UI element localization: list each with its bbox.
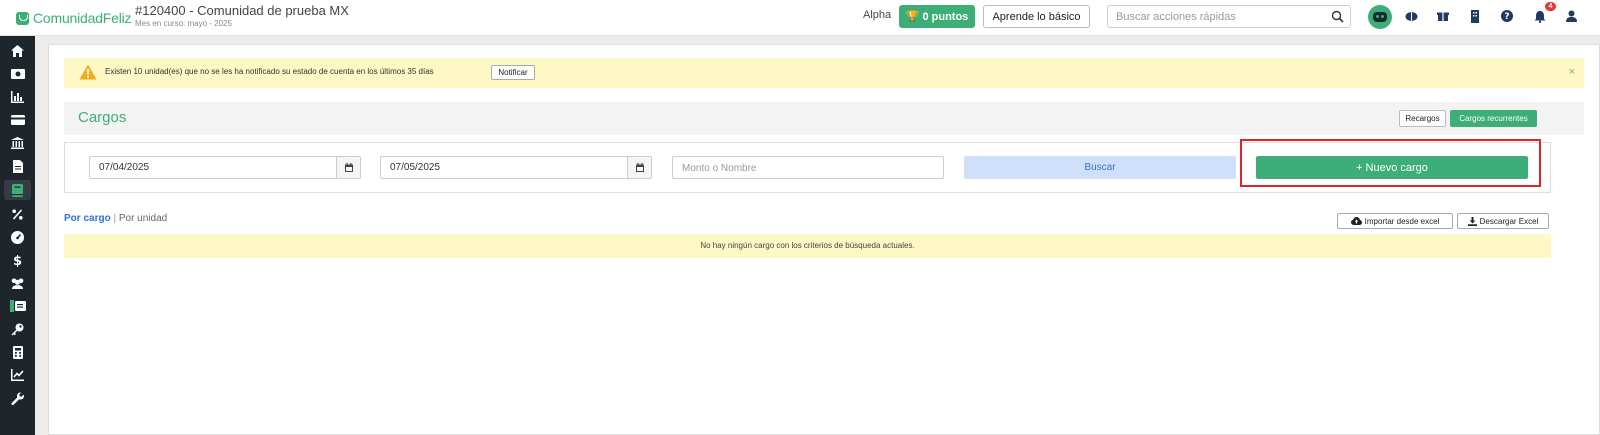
learn-basics-button[interactable]: Aprende lo básico <box>983 5 1090 28</box>
gauge-icon <box>11 230 24 244</box>
cloud-upload-icon <box>1350 217 1362 225</box>
building-icon[interactable] <box>1468 9 1482 23</box>
page-title: Cargos <box>78 109 127 126</box>
filters-panel: 07/04/2025 07/05/2025 Buscar + Nuevo car… <box>64 142 1551 193</box>
trophy-icon: 🏆 <box>905 11 920 23</box>
current-month: Mes en curso: mayo - 2025 <box>135 19 232 28</box>
points-label: 0 puntos <box>922 11 969 23</box>
notify-button[interactable]: Notificar <box>491 65 535 80</box>
sidebar-item-dollar[interactable]: $ <box>4 250 31 270</box>
empty-message-text: No hay ningún cargo con los criterios de… <box>700 241 915 250</box>
key-icon <box>11 323 24 335</box>
sidebar-item-bank[interactable] <box>4 133 31 153</box>
bank-icon <box>11 137 24 149</box>
id-card-icon <box>9 300 26 312</box>
sidebar-item-money[interactable] <box>4 64 31 84</box>
amount-or-name-input[interactable] <box>682 162 932 174</box>
sidebar-item-charges[interactable] <box>4 180 31 200</box>
bell-icon[interactable] <box>1533 9 1547 23</box>
user-icon[interactable] <box>1564 9 1578 23</box>
import-excel-button[interactable]: Importar desde excel <box>1337 213 1453 229</box>
sidebar-item-cards[interactable] <box>4 110 31 130</box>
warning-icon <box>79 64 97 85</box>
quick-search-input[interactable] <box>1116 10 1326 24</box>
sidebar-item-users[interactable] <box>4 273 31 293</box>
sidebar-item-percent[interactable] <box>4 204 31 224</box>
view-separator: | <box>110 213 119 224</box>
help-icon[interactable]: ? <box>1500 9 1514 23</box>
sidebar-item-gauge[interactable] <box>4 227 31 247</box>
sidebar-item-tools[interactable] <box>4 388 31 408</box>
svg-text:?: ? <box>1504 12 1509 22</box>
credit-card-icon <box>10 115 25 125</box>
alpha-label: Alpha <box>863 9 892 21</box>
sidebar-item-calculator[interactable] <box>4 342 31 362</box>
import-excel-label: Importar desde excel <box>1364 216 1440 226</box>
view-toggle: Por cargo | Por unidad <box>64 213 167 224</box>
dollar-icon: $ <box>13 254 22 267</box>
search-icon[interactable] <box>1331 10 1344 28</box>
recargos-button[interactable]: Recargos <box>1399 110 1446 127</box>
sidebar-item-keys[interactable] <box>4 319 31 339</box>
points-button[interactable]: 🏆 0 puntos <box>899 5 975 28</box>
sidebar-item-id-card[interactable] <box>4 296 31 316</box>
brain-icon[interactable] <box>1404 9 1418 23</box>
wrench-icon <box>11 391 24 405</box>
quick-search-box <box>1107 5 1351 28</box>
percent-icon <box>12 208 23 220</box>
notification-alert: Existen 10 unidad(es) que no se les ha n… <box>64 58 1584 88</box>
calendar-icon[interactable] <box>627 157 651 178</box>
top-bar: ComunidadFeliz #120400 - Comunidad de pr… <box>0 0 1600 36</box>
new-charge-button[interactable]: + Nuevo cargo <box>1256 156 1528 179</box>
robot-icon <box>1373 12 1387 22</box>
app-logo[interactable]: ComunidadFeliz <box>16 10 132 26</box>
download-excel-button[interactable]: Descargar Excel <box>1457 213 1549 229</box>
alert-text: Existen 10 unidad(es) que no se les ha n… <box>105 67 434 76</box>
community-info: #120400 - Comunidad de prueba MX Mes en … <box>135 3 349 30</box>
date-from-field[interactable]: 07/04/2025 <box>89 156 361 179</box>
download-icon <box>1467 216 1477 226</box>
view-by-charge-link[interactable]: Por cargo <box>64 213 111 224</box>
download-excel-label: Descargar Excel <box>1479 216 1539 226</box>
logo-text: ComunidadFeliz <box>33 10 132 26</box>
cargos-header: Cargos Recargos Cargos recurrentes <box>64 102 1584 135</box>
date-to-value: 07/05/2025 <box>390 162 441 173</box>
community-name: #120400 - Comunidad de prueba MX <box>135 3 349 18</box>
sidebar-item-stats[interactable] <box>4 87 31 107</box>
book-icon <box>12 183 23 197</box>
empty-results-message: No hay ningún cargo con los criterios de… <box>64 234 1551 258</box>
robot-assistant-avatar[interactable] <box>1368 5 1392 29</box>
view-by-unit-link[interactable]: Por unidad <box>119 213 167 224</box>
date-from-value: 07/04/2025 <box>99 162 150 173</box>
sidebar: $ <box>0 36 35 435</box>
sidebar-item-trends[interactable] <box>4 365 31 385</box>
users-icon <box>11 278 24 289</box>
money-icon <box>10 69 25 79</box>
search-button[interactable]: Buscar <box>964 156 1236 179</box>
svg-text:$: $ <box>13 254 22 267</box>
calculator-icon <box>12 345 23 359</box>
gift-icon[interactable] <box>1436 9 1450 23</box>
logo-icon <box>16 11 29 25</box>
amount-or-name-field <box>672 156 944 179</box>
recurring-charges-button[interactable]: Cargos recurrentes <box>1450 110 1537 127</box>
bar-chart-icon <box>11 91 24 103</box>
close-icon[interactable]: × <box>1569 66 1575 78</box>
home-icon <box>11 45 24 57</box>
main-panel: Existen 10 unidad(es) que no se les ha n… <box>48 44 1600 435</box>
sidebar-item-documents[interactable] <box>4 156 31 176</box>
document-icon <box>12 159 23 173</box>
sidebar-item-home[interactable] <box>4 41 31 61</box>
line-chart-icon <box>11 369 24 381</box>
date-to-field[interactable]: 07/05/2025 <box>380 156 652 179</box>
notification-badge: 4 <box>1545 2 1556 11</box>
calendar-icon[interactable] <box>336 157 360 178</box>
